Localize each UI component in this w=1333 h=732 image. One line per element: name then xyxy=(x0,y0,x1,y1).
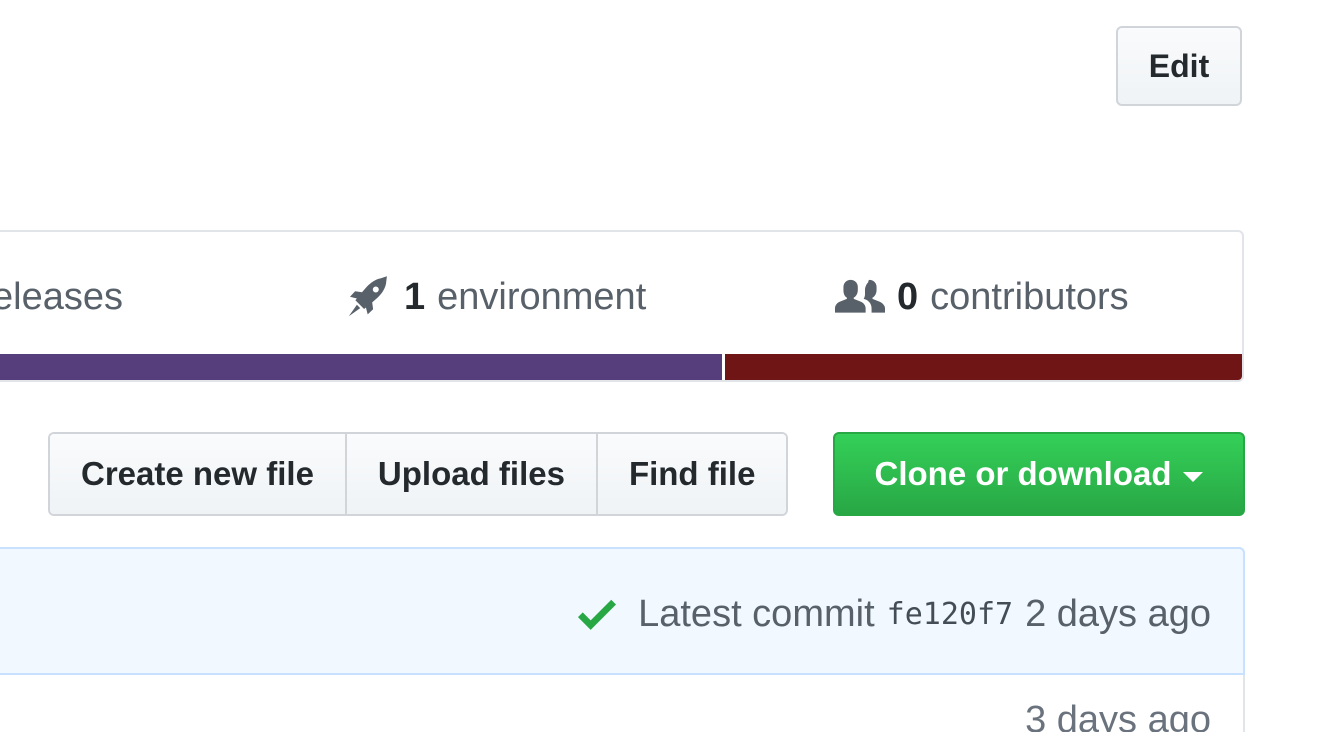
file-row-time: 3 days ago xyxy=(1025,699,1211,732)
edit-button[interactable]: Edit xyxy=(1116,26,1242,106)
contributors-label: contributors xyxy=(930,275,1129,318)
rocket-icon xyxy=(344,273,392,321)
file-navigation-group: Create new file Upload files Find file xyxy=(48,432,789,516)
language-segment[interactable] xyxy=(724,354,1242,380)
people-icon xyxy=(835,275,885,319)
clone-label: Clone or download xyxy=(874,455,1172,492)
releases-label: eleases xyxy=(0,275,123,318)
chevron-down-icon xyxy=(1183,472,1204,482)
commit-tease: Latest commit fe120f7 2 days ago xyxy=(0,549,1243,675)
releases-link[interactable]: eleases xyxy=(0,272,123,322)
latest-commit-info: Latest commit fe120f7 2 days ago xyxy=(578,589,1211,639)
clone-or-download-button[interactable]: Clone or download xyxy=(833,432,1245,516)
contributors-count: 0 xyxy=(897,275,919,318)
environments-count: 1 xyxy=(404,275,426,318)
environments-link[interactable]: 1 environment xyxy=(344,272,646,322)
create-new-file-button[interactable]: Create new file xyxy=(50,434,345,514)
repo-page: Edit eleases 1 environment 0 contributor… xyxy=(0,0,1333,732)
language-bar[interactable] xyxy=(0,354,1242,380)
language-segment[interactable] xyxy=(0,354,722,380)
file-list-box: Latest commit fe120f7 2 days ago 3 days … xyxy=(0,547,1245,732)
environments-label: environment xyxy=(437,275,647,318)
numbers-summary: eleases 1 environment 0 contributors xyxy=(0,230,1244,382)
upload-files-button[interactable]: Upload files xyxy=(344,434,596,514)
find-file-button[interactable]: Find file xyxy=(595,434,787,514)
contributors-link[interactable]: 0 contributors xyxy=(835,272,1129,322)
latest-commit-label: Latest commit xyxy=(638,592,875,635)
check-icon[interactable] xyxy=(578,598,617,630)
commit-time: 2 days ago xyxy=(1025,592,1211,635)
commit-sha-link[interactable]: fe120f7 xyxy=(887,597,1013,632)
